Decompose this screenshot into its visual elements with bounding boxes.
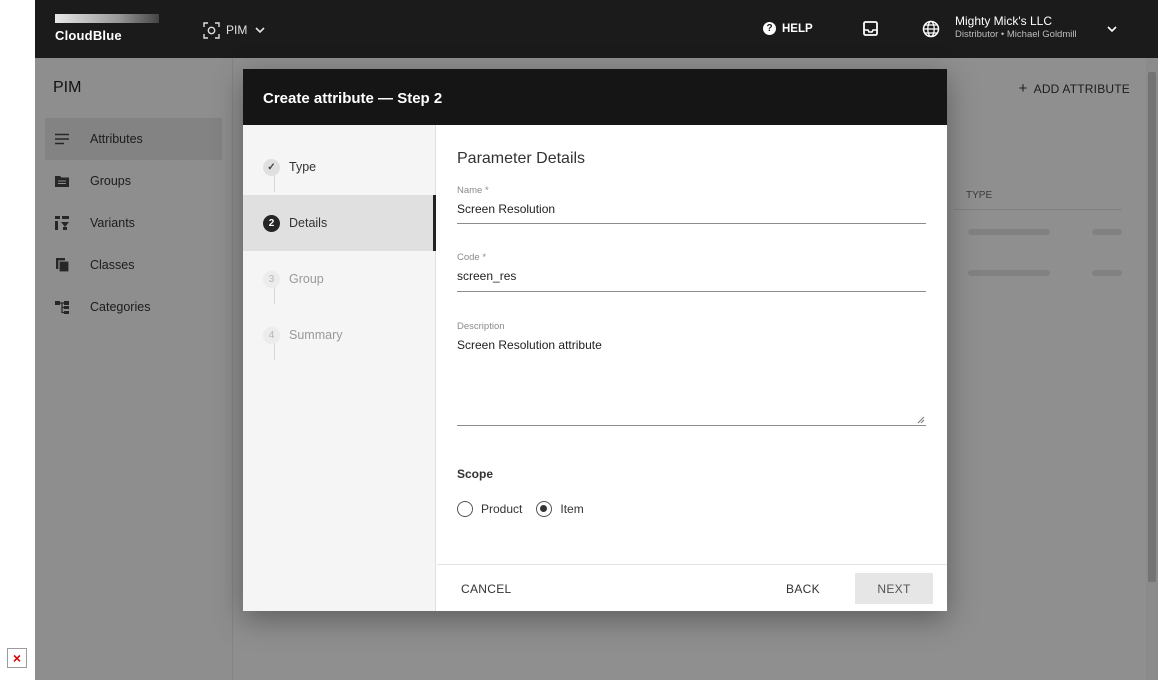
inbox-icon[interactable] bbox=[863, 21, 878, 36]
section-title: Parameter Details bbox=[457, 150, 586, 167]
scope-radio-group: Product Item bbox=[457, 501, 598, 517]
scope-radio-product[interactable] bbox=[457, 501, 473, 517]
step-number: 2 bbox=[263, 214, 280, 232]
step-label: Group bbox=[289, 272, 324, 286]
code-field-label: Code * bbox=[457, 252, 487, 263]
globe-icon[interactable] bbox=[922, 20, 940, 38]
step-label: Details bbox=[289, 216, 328, 230]
wizard-steps: ✓ Type 2 Details 3 Group 4 Summary bbox=[243, 125, 436, 611]
description-field[interactable]: Screen Resolution attribute bbox=[457, 338, 926, 423]
module-label: PIM bbox=[226, 23, 248, 37]
scope-label: Scope bbox=[457, 467, 494, 481]
account-role: Distributor • Michael Goldmill bbox=[955, 29, 1077, 40]
radio-label-product: Product bbox=[481, 502, 523, 516]
back-button[interactable]: BACK bbox=[773, 573, 833, 604]
chevron-down-icon bbox=[255, 27, 265, 34]
description-field-underline bbox=[457, 425, 926, 426]
wizard-step-summary[interactable]: 4 Summary bbox=[243, 307, 436, 363]
name-field[interactable]: Screen Resolution bbox=[457, 202, 926, 216]
module-switcher[interactable]: PIM bbox=[203, 19, 267, 41]
module-scan-icon bbox=[203, 21, 220, 39]
code-field[interactable]: screen_res bbox=[457, 269, 926, 283]
logo-text: CloudBlue bbox=[55, 28, 122, 43]
create-attribute-dialog: Create attribute — Step 2 ✓ Type 2 Detai… bbox=[243, 69, 947, 611]
dialog-body: ✓ Type 2 Details 3 Group 4 Summary Param… bbox=[243, 125, 947, 611]
dialog-title: Create attribute — Step 2 bbox=[243, 69, 947, 125]
dialog-actions: CANCEL BACK NEXT bbox=[437, 564, 947, 611]
step-label: Type bbox=[289, 160, 317, 174]
account-chevron-down-icon[interactable] bbox=[1105, 22, 1119, 36]
step-number: 4 bbox=[263, 326, 280, 344]
top-bar: CloudBlue PIM ? HELP Mighty Mick's LLC D… bbox=[35, 0, 1158, 58]
checkmark-icon: ✓ bbox=[263, 158, 280, 176]
logo-bar bbox=[55, 14, 159, 23]
cloudblue-logo[interactable]: CloudBlue bbox=[55, 14, 160, 44]
step-number: 3 bbox=[263, 270, 280, 288]
resize-handle-icon[interactable] bbox=[917, 416, 925, 424]
account-switcher[interactable]: Mighty Mick's LLC Distributor • Michael … bbox=[955, 14, 1077, 40]
code-field-underline bbox=[457, 291, 926, 292]
broken-image-icon: × bbox=[7, 648, 27, 668]
wizard-step-details[interactable]: 2 Details bbox=[243, 195, 436, 251]
radio-label-item: Item bbox=[560, 502, 584, 516]
step-label: Summary bbox=[289, 328, 343, 342]
scope-radio-item[interactable] bbox=[536, 501, 553, 517]
account-name: Mighty Mick's LLC bbox=[955, 14, 1052, 28]
help-button[interactable]: ? HELP bbox=[763, 22, 813, 35]
next-button[interactable]: NEXT bbox=[855, 573, 933, 604]
name-field-label: Name * bbox=[457, 185, 489, 196]
name-field-underline bbox=[457, 223, 926, 224]
help-label: HELP bbox=[782, 22, 813, 35]
description-field-label: Description bbox=[457, 321, 505, 332]
help-icon: ? bbox=[763, 22, 776, 35]
wizard-step-type[interactable]: ✓ Type bbox=[243, 139, 436, 195]
cancel-button[interactable]: CANCEL bbox=[461, 573, 521, 604]
wizard-step-group[interactable]: 3 Group bbox=[243, 251, 436, 307]
